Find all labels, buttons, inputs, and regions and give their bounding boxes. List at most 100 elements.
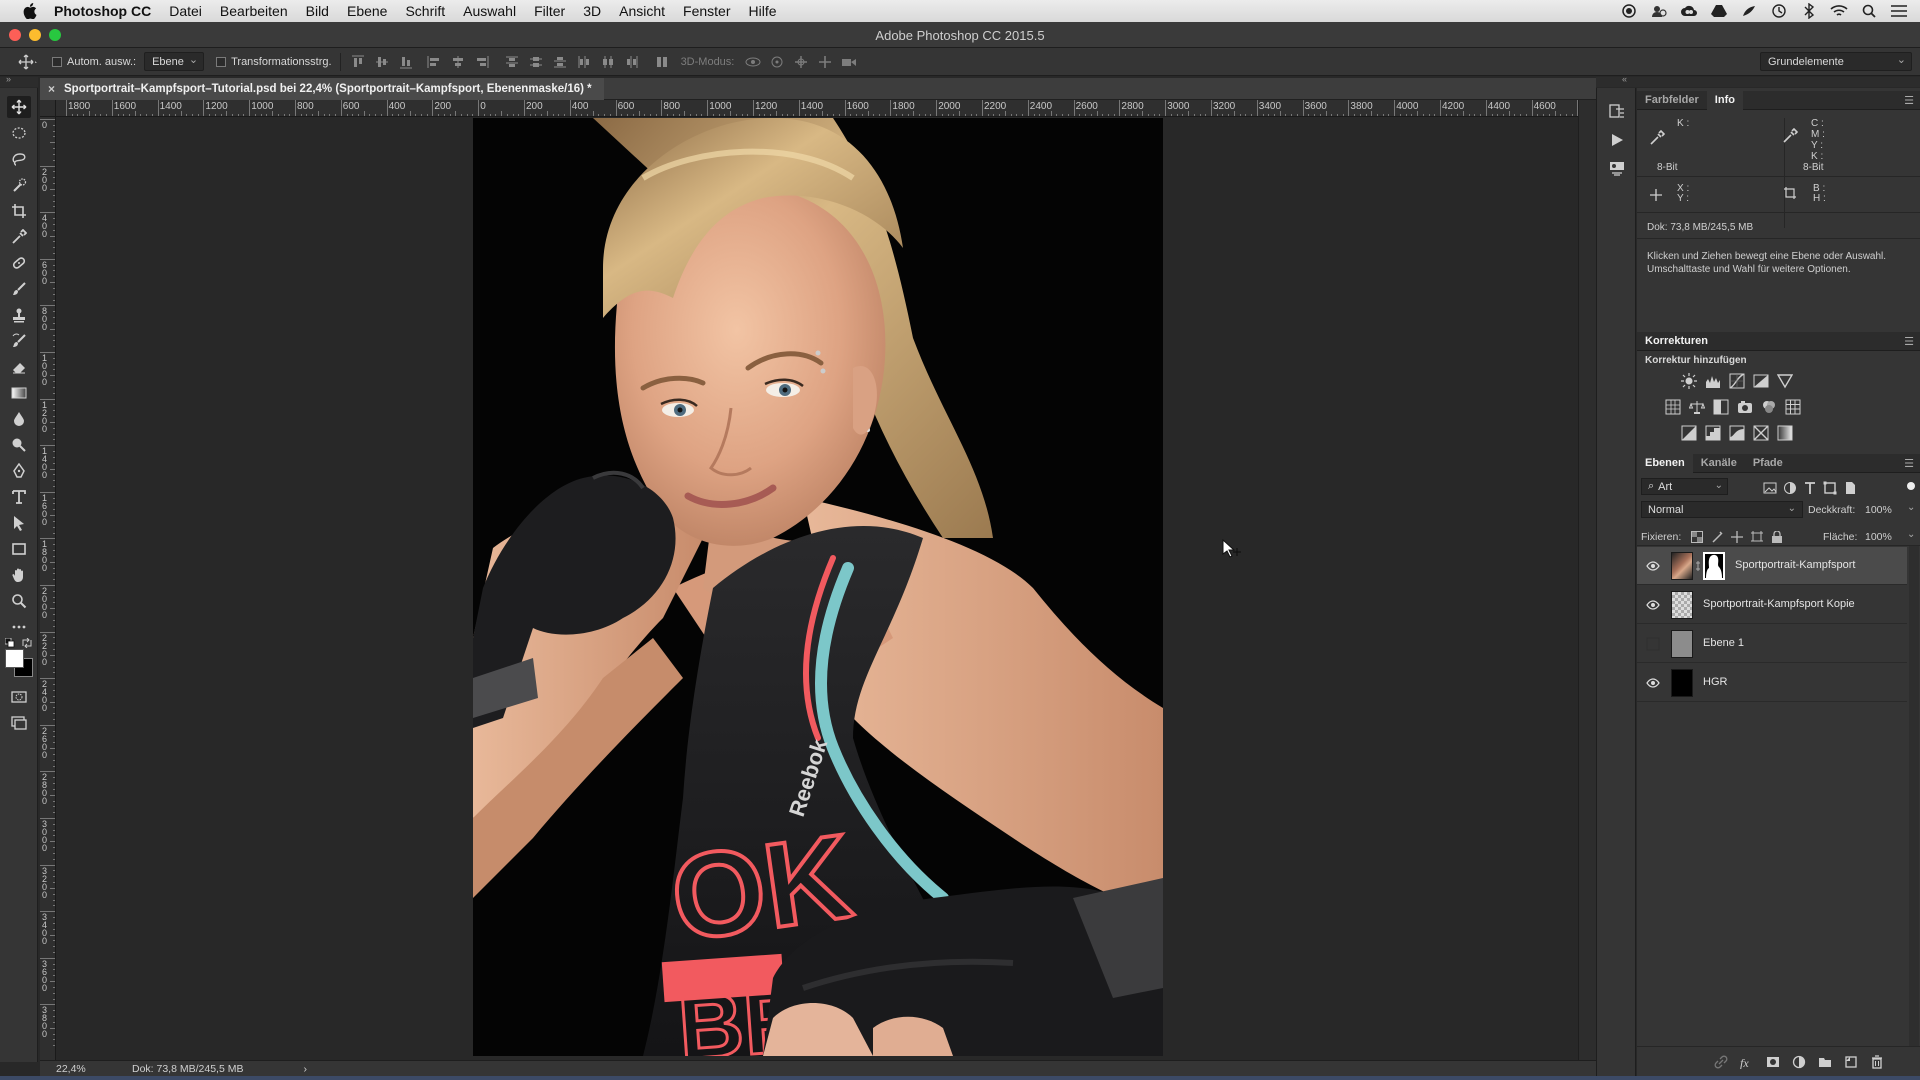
layer-filter-kind-dropdown[interactable]: ⌕ Art ⌄ [1641,478,1728,495]
align-vcenter-icon[interactable] [373,53,391,71]
new-layer-icon[interactable] [1843,1054,1859,1070]
crop-tool-icon[interactable] [7,200,31,222]
align-hcenter-icon[interactable] [449,53,467,71]
rectangle-tool-icon[interactable] [7,538,31,560]
layer-style-fx-icon[interactable]: fx [1739,1054,1755,1070]
edit-toolbar-icon[interactable] [7,616,31,638]
layer-row[interactable]: Sportportrait-Kampfsport [1637,547,1907,585]
add-mask-icon[interactable] [1765,1054,1781,1070]
layers-menu-icon[interactable]: ☰ [1904,457,1914,470]
quick-mask-icon[interactable] [7,686,31,708]
close-document-icon[interactable]: × [48,82,55,96]
layer-thumbnail[interactable] [1671,630,1693,658]
tab-info[interactable]: Info [1706,90,1743,110]
type-tool-icon[interactable] [7,486,31,508]
menu-hilfe[interactable]: Hilfe [749,3,777,19]
invert-icon[interactable] [1681,425,1697,441]
opacity-input[interactable]: 100% [1865,504,1892,516]
channel-mixer-icon[interactable] [1761,399,1777,415]
filter-pixel-icon[interactable] [1762,480,1778,496]
brightness-contrast-icon[interactable] [1681,373,1697,389]
time-machine-icon[interactable] [1770,2,1788,20]
screen-mode-icon[interactable] [7,712,31,734]
info-eyedropper-right-icon[interactable] [1782,127,1799,147]
filter-shape-icon[interactable] [1822,480,1838,496]
align-right-icon[interactable] [473,53,491,71]
distribute-right-icon[interactable] [623,53,641,71]
menu-3d[interactable]: 3D [583,3,601,19]
curves-icon[interactable] [1729,373,1745,389]
move-tool-preset-icon[interactable] [18,52,38,72]
color-balance-icon[interactable] [1689,399,1705,415]
layer-row[interactable]: Ebene 1 [1637,625,1907,663]
hue-saturation-icon[interactable] [1665,399,1681,415]
3d-slide-icon[interactable] [816,53,834,71]
new-adjustment-layer-icon[interactable] [1791,1054,1807,1070]
3d-roll-icon[interactable] [768,53,786,71]
distribute-hcenter-icon[interactable] [599,53,617,71]
screen-record-icon[interactable] [1620,2,1638,20]
status-menu-arrow[interactable]: › [303,1063,307,1075]
tab-kanaele[interactable]: Kanäle [1693,454,1745,473]
history-brush-tool-icon[interactable] [7,330,31,352]
layer-thumbnail[interactable] [1671,552,1693,580]
pen-icon[interactable] [1740,2,1758,20]
eyedropper-tool-icon[interactable] [7,226,31,248]
swap-colors-icon[interactable] [22,637,32,649]
photo-sportportrait[interactable]: OK BR Reebok [473,118,1163,1056]
layer-visibility-toggle-empty[interactable] [1645,636,1661,652]
blur-tool-icon[interactable] [7,408,31,430]
foreground-color-swatch[interactable] [5,649,24,668]
menu-app-name[interactable]: Photoshop CC [54,3,151,19]
gradient-map-icon[interactable] [1777,425,1793,441]
marquee-tool-icon[interactable] [7,122,31,144]
pen-tool-icon[interactable] [7,460,31,482]
move-tool-icon[interactable] [7,96,31,118]
healing-brush-tool-icon[interactable] [7,252,31,274]
document-canvas[interactable]: OK BR Reebok [57,118,1578,1060]
actions-panel-icon[interactable] [1607,130,1627,150]
fill-input[interactable]: 100% [1865,531,1892,543]
wifi-icon[interactable] [1830,2,1848,20]
properties-panel-icon[interactable] [1607,158,1627,178]
distribute-top-icon[interactable] [503,53,521,71]
layer-visibility-eye-icon[interactable] [1645,597,1661,613]
document-tab[interactable]: × Sportportrait–Kampfsport–Tutorial.psd … [40,78,604,100]
quick-selection-tool-icon[interactable] [7,174,31,196]
distribute-bottom-icon[interactable] [551,53,569,71]
threshold-icon[interactable] [1729,425,1745,441]
creative-cloud-icon[interactable] [1680,2,1698,20]
lock-position-icon[interactable] [1729,529,1745,545]
zoom-tool-icon[interactable] [7,590,31,612]
panel-collapse-strip[interactable]: « [1596,74,1920,87]
lock-all-icon[interactable] [1769,529,1785,545]
tab-korrekturen[interactable]: Korrekturen [1637,332,1716,351]
new-group-icon[interactable] [1817,1054,1833,1070]
menu-fenster[interactable]: Fenster [683,3,730,19]
auto-align-icon[interactable] [653,53,671,71]
info-eyedropper-left-icon[interactable] [1649,129,1666,149]
auto-select-target-dropdown[interactable]: Ebene [144,52,205,71]
user-sync-icon[interactable] [1650,2,1668,20]
filter-adjustment-icon[interactable] [1782,480,1798,496]
distribute-left-icon[interactable] [575,53,593,71]
default-colors-icon[interactable] [4,637,15,648]
layers-scrollbar[interactable] [1909,546,1919,1046]
menu-datei[interactable]: Datei [169,3,202,19]
transform-controls-option[interactable]: Transformationsstrg. [216,52,332,72]
3d-scale-icon[interactable] [840,53,858,71]
vertical-ruler[interactable]: 0 2 0 0 4 0 0 6 0 0 8 0 0 1 0 0 0 1 2 0 0 1 4 0… [40,117,56,1060]
photo-filter-icon[interactable] [1737,399,1753,415]
align-left-icon[interactable] [425,53,443,71]
history-panel-icon[interactable] [1607,102,1627,122]
layer-row[interactable]: Sportportrait-Kampfsport Kopie [1637,586,1907,624]
layer-thumbnail[interactable] [1671,591,1693,619]
layer-thumbnail[interactable] [1671,669,1693,697]
gradient-tool-icon[interactable] [7,382,31,404]
selective-color-icon[interactable] [1753,425,1769,441]
levels-icon[interactable] [1705,373,1721,389]
tab-pfade[interactable]: Pfade [1745,454,1791,473]
align-bottom-icon[interactable] [397,53,415,71]
clone-stamp-tool-icon[interactable] [7,304,31,326]
lock-image-pixels-icon[interactable] [1709,529,1725,545]
